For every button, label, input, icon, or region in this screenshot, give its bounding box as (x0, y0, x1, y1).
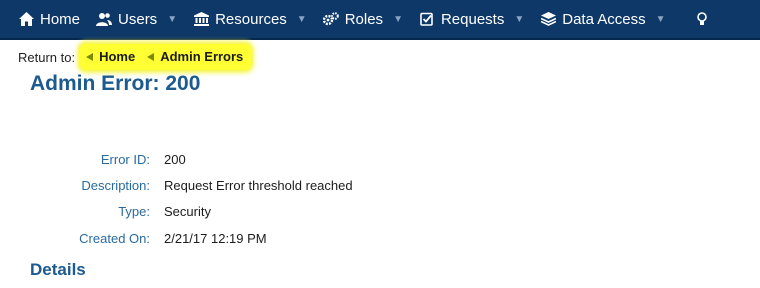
layers-icon (540, 11, 556, 27)
breadcrumb-admin-errors[interactable]: Admin Errors (147, 49, 243, 64)
field-row-created-on: Created On: 2/21/17 12:19 PM (0, 225, 760, 251)
nav-requests[interactable]: Requests ▼ (419, 0, 540, 38)
nav-home-label: Home (40, 10, 81, 28)
field-value: Security (164, 204, 211, 220)
nav-home[interactable]: Home (0, 0, 96, 38)
field-label: Type: (118, 204, 150, 220)
nav-users-label: Users (118, 10, 158, 28)
bank-icon (193, 11, 209, 27)
users-icon (96, 11, 113, 27)
nav-requests-label: Requests (440, 10, 505, 28)
field-value: 200 (164, 151, 186, 167)
lightbulb-icon (694, 11, 710, 27)
field-label: Created On: (79, 230, 150, 246)
gears-icon (322, 11, 339, 27)
nav-resources-label: Resources (215, 10, 287, 28)
checkbox-icon (419, 11, 435, 27)
page-title: Admin Error: 200 (30, 72, 201, 95)
field-value: Request Error threshold reached (164, 177, 353, 193)
field-label: Description: (81, 177, 150, 193)
nav-data-access-label: Data Access (562, 10, 646, 28)
nav-roles[interactable]: Roles ▼ (322, 0, 419, 38)
details-heading: Details (30, 260, 86, 279)
field-row-type: Type: Security (0, 199, 760, 225)
return-to-bar: Return to: Home Admin Errors (0, 42, 760, 72)
field-value: 2/21/17 12:19 PM (164, 230, 267, 246)
nav-data-access[interactable]: Data Access ▼ (540, 0, 681, 38)
field-label: Error ID: (100, 151, 150, 167)
breadcrumb-admin-errors-label: Admin Errors (160, 49, 244, 64)
chevron-down-icon: ▼ (167, 13, 178, 25)
chevron-down-icon: ▼ (655, 13, 666, 25)
caret-left-icon (147, 52, 155, 61)
error-details-fields: Error ID: 200 Description: Request Error… (0, 146, 760, 251)
chevron-down-icon: ▼ (393, 13, 403, 25)
nav-users[interactable]: Users ▼ (96, 0, 193, 38)
home-icon (18, 11, 34, 27)
nav-more[interactable] (682, 0, 732, 38)
nav-resources[interactable]: Resources ▼ (193, 0, 323, 38)
return-to-label: Return to: (18, 49, 76, 65)
nav-roles-label: Roles (344, 10, 384, 28)
caret-left-icon (86, 52, 94, 61)
breadcrumb-home-label: Home (99, 49, 136, 64)
chevron-down-icon: ▼ (514, 13, 525, 25)
field-row-description: Description: Request Error threshold rea… (0, 172, 760, 198)
breadcrumb: Home Admin Errors (80, 44, 252, 70)
field-row-error-id: Error ID: 200 (0, 146, 760, 172)
top-navbar: Home Users ▼ Resources ▼ Roles ▼ Request… (0, 0, 760, 40)
breadcrumb-home[interactable]: Home (86, 49, 135, 64)
chevron-down-icon: ▼ (296, 13, 307, 25)
